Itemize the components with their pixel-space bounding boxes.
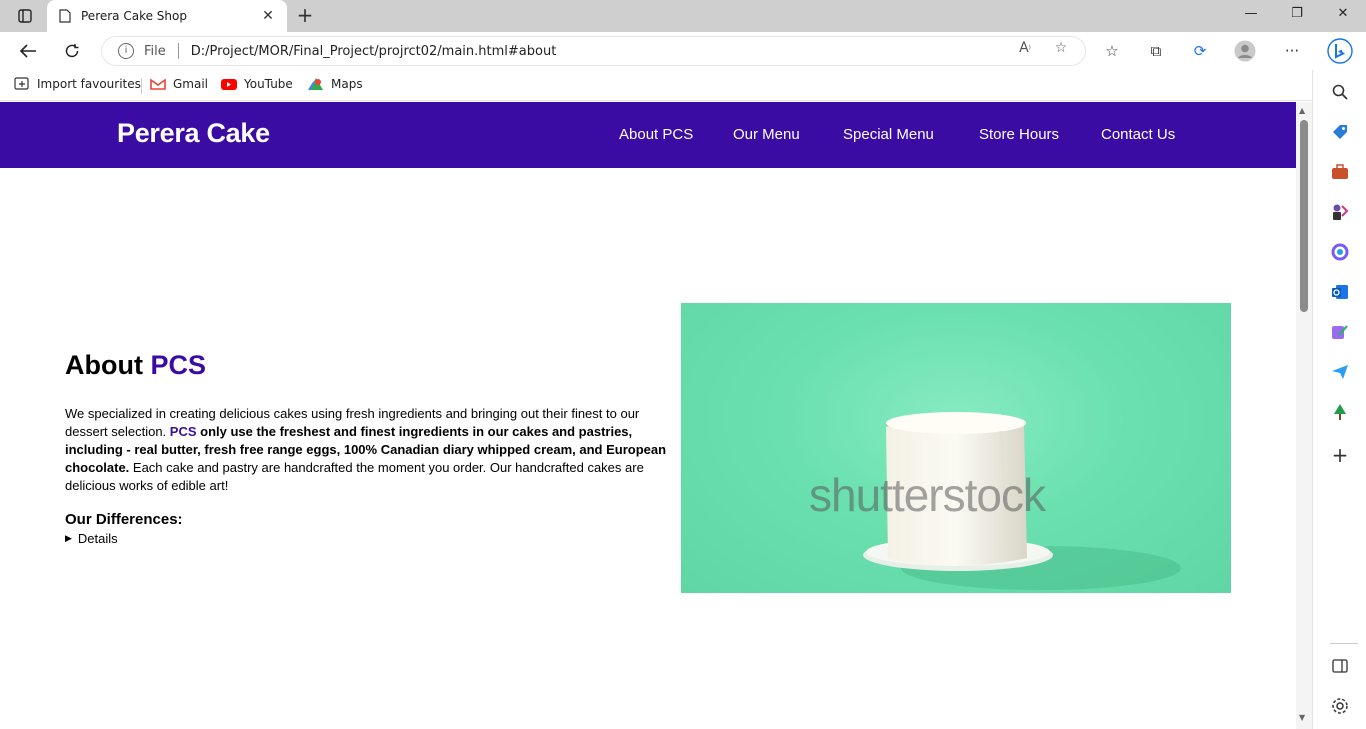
refresh-icon — [65, 44, 79, 58]
import-icon — [14, 77, 29, 90]
favourites-bar: Import favourites Gmail YouTube Maps — [0, 70, 1366, 101]
fav-youtube-label: YouTube — [244, 77, 293, 91]
designer-icon[interactable] — [1330, 322, 1350, 342]
about-heading-accent: PCS — [150, 350, 207, 380]
fav-gmail-label: Gmail — [173, 77, 209, 91]
youtube-icon — [221, 79, 237, 90]
tab-actions-icon — [18, 9, 32, 23]
nav-store-hours[interactable]: Store Hours — [979, 126, 1059, 143]
details-label: Details — [77, 531, 118, 546]
details-toggle[interactable]: ▶ Details — [65, 531, 118, 546]
about-heading-plain: About — [65, 350, 151, 380]
restore-button[interactable]: ❐ — [1274, 6, 1320, 26]
nav-special-menu[interactable]: Special Menu — [843, 126, 934, 143]
back-arrow-icon — [19, 44, 36, 58]
sidebar-divider — [1330, 643, 1358, 644]
search-icon[interactable] — [1330, 82, 1350, 102]
copilot-icon — [1327, 38, 1353, 64]
profile-avatar[interactable] — [1234, 40, 1256, 62]
favourites-icon[interactable]: ☆ — [1101, 40, 1123, 62]
fav-import-label: Import favourites — [37, 77, 141, 91]
url-scheme-label: File — [144, 43, 166, 59]
outlook-icon[interactable] — [1330, 282, 1350, 302]
about-heading: About PCS — [65, 350, 206, 381]
fav-youtube[interactable]: YouTube — [221, 77, 293, 91]
scroll-up-icon[interactable]: ▲ — [1299, 106, 1305, 115]
fav-gmail[interactable]: Gmail — [150, 77, 208, 91]
browser-tab-strip: Perera Cake Shop ✕ + — ❐ ✕ — [0, 0, 1366, 32]
browser-essentials-icon[interactable]: ⟳ — [1189, 40, 1211, 62]
nav-contact[interactable]: Contact Us — [1101, 126, 1175, 143]
fav-import[interactable]: Import favourites — [14, 77, 141, 91]
maps-icon — [308, 78, 323, 91]
nav-menu[interactable]: Our Menu — [733, 126, 800, 143]
close-tab-icon[interactable]: ✕ — [259, 8, 277, 24]
about-text-outro: Each cake and pastry are handcrafted the… — [65, 460, 644, 493]
fav-maps-label: Maps — [331, 77, 363, 91]
fav-divider — [141, 78, 142, 94]
page-icon — [59, 9, 71, 23]
edge-sidebar: + — [1312, 70, 1366, 729]
tools-briefcase-icon[interactable] — [1330, 162, 1350, 182]
close-window-button[interactable]: ✕ — [1320, 6, 1366, 26]
tab-title: Perera Cake Shop — [81, 9, 187, 23]
minimize-button[interactable]: — — [1228, 6, 1274, 26]
add-favourite-icon[interactable]: ☆ — [1051, 40, 1071, 56]
collections-icon[interactable]: ⧉ — [1145, 40, 1167, 62]
cake-image: shutterstock — [681, 303, 1231, 593]
nav-about[interactable]: About PCS — [619, 126, 693, 143]
tab-actions-button[interactable] — [10, 7, 40, 25]
copilot-button[interactable] — [1327, 38, 1353, 64]
differences-heading: Our Differences: — [65, 511, 183, 528]
page-scrollbar[interactable]: ▲ ▼ — [1296, 102, 1312, 729]
about-paragraph: We specialized in creating delicious cak… — [65, 405, 670, 495]
scroll-down-icon[interactable]: ▼ — [1299, 713, 1305, 722]
browser-tab[interactable]: Perera Cake Shop ✕ — [47, 0, 287, 32]
hide-sidebar-icon[interactable] — [1330, 656, 1350, 676]
settings-more-icon[interactable]: ··· — [1281, 40, 1303, 62]
profile-icon — [1234, 40, 1256, 62]
disclosure-triangle-icon: ▶ — [65, 533, 72, 543]
microsoft365-icon[interactable] — [1330, 242, 1350, 262]
back-button[interactable] — [17, 40, 39, 62]
info-icon[interactable]: i — [118, 43, 134, 59]
shopping-tag-icon[interactable] — [1330, 122, 1350, 142]
new-tab-button[interactable]: + — [294, 5, 316, 27]
site-logo[interactable]: Perera Cake — [117, 118, 270, 149]
refresh-button[interactable] — [61, 40, 83, 62]
web-page: Perera Cake About PCS Our Menu Special M… — [0, 102, 1296, 729]
url-text[interactable]: D:/Project/MOR/Final_Project/projrct02/m… — [191, 44, 557, 59]
gmail-icon — [150, 78, 166, 90]
scroll-thumb[interactable] — [1300, 120, 1308, 312]
add-sidebar-app-icon[interactable]: + — [1330, 443, 1350, 467]
sidebar-settings-icon[interactable] — [1330, 696, 1350, 716]
site-header: Perera Cake About PCS Our Menu Special M… — [0, 102, 1296, 168]
games-icon[interactable] — [1330, 202, 1350, 222]
url-divider — [177, 43, 179, 59]
image-watermark: shutterstock — [809, 469, 1046, 521]
send-icon[interactable] — [1330, 362, 1350, 382]
cake-illustration — [863, 412, 1181, 590]
read-aloud-icon[interactable]: A⁾ — [1015, 40, 1035, 56]
tree-icon[interactable] — [1330, 402, 1350, 422]
address-bar[interactable]: i File D:/Project/MOR/Final_Project/proj… — [101, 36, 1086, 66]
fav-maps[interactable]: Maps — [308, 77, 363, 91]
about-text-brand: PCS — [169, 424, 197, 439]
